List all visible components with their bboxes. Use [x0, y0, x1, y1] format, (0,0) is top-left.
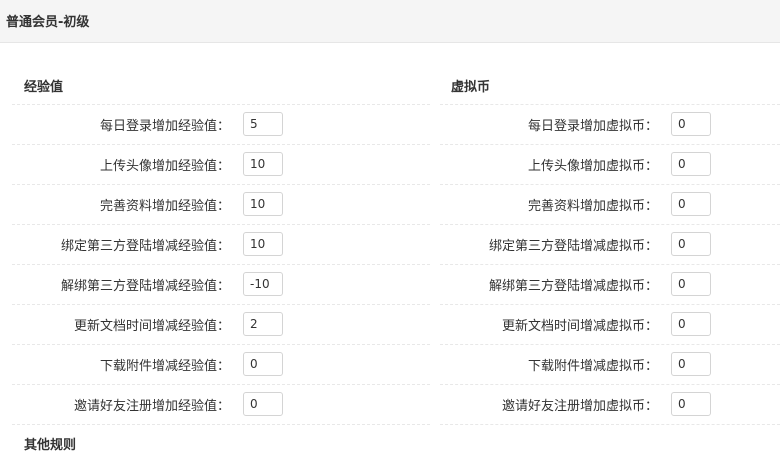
coin-row-label: 绑定第三方登陆增减虚拟币：: [488, 239, 658, 254]
coin-value-input[interactable]: [671, 152, 711, 176]
exp-row-label: 邀请好友注册增加经验值：: [73, 399, 230, 414]
exp-value-input[interactable]: [243, 192, 283, 216]
exp-row-label: 每日登录增加经验值：: [99, 119, 230, 134]
coin-row-divider: [440, 104, 780, 105]
coin-row-label: 完善资料增加虚拟币：: [527, 199, 658, 214]
exp-row-label: 下载附件增减经验值：: [99, 359, 230, 374]
exp-value-input[interactable]: [243, 272, 283, 296]
coin-row-label: 解绑第三方登陆增减虚拟币：: [488, 279, 658, 294]
coin-value-input[interactable]: [671, 232, 711, 256]
exp-value-input[interactable]: [243, 312, 283, 336]
exp-row-label: 上传头像增加经验值：: [99, 159, 230, 174]
coin-value-input[interactable]: [671, 192, 711, 216]
exp-row-label: 解绑第三方登陆增减经验值：: [60, 279, 230, 294]
other-rules-section-title: 其他规则: [24, 438, 77, 453]
exp-value-input[interactable]: [243, 392, 283, 416]
coin-value-input[interactable]: [671, 352, 711, 376]
coin-row-divider: [440, 424, 780, 425]
coin-row-divider: [440, 384, 780, 385]
exp-row-divider: [12, 224, 430, 225]
coin-row-divider: [440, 304, 780, 305]
exp-row-divider: [12, 344, 430, 345]
coin-row-label: 邀请好友注册增加虚拟币：: [501, 399, 658, 414]
exp-row-label: 更新文档时间增减经验值：: [73, 319, 230, 334]
experience-section-title: 经验值: [24, 80, 64, 95]
exp-row-divider: [12, 304, 430, 305]
coin-row-label: 上传头像增加虚拟币：: [527, 159, 658, 174]
exp-value-input[interactable]: [243, 152, 283, 176]
exp-row-divider: [12, 384, 430, 385]
coin-section-title: 虚拟币: [451, 80, 491, 95]
exp-row-divider: [12, 104, 430, 105]
coin-row-divider: [440, 264, 780, 265]
exp-row-divider: [12, 184, 430, 185]
coin-value-input[interactable]: [671, 392, 711, 416]
coin-value-input[interactable]: [671, 312, 711, 336]
exp-value-input[interactable]: [243, 352, 283, 376]
coin-row-label: 更新文档时间增减虚拟币：: [501, 319, 658, 334]
exp-row-divider: [12, 144, 430, 145]
exp-row-divider: [12, 424, 430, 425]
coin-row-label: 每日登录增加虚拟币：: [527, 119, 658, 134]
coin-row-divider: [440, 224, 780, 225]
coin-row-divider: [440, 184, 780, 185]
page-title: 普通会员-初级: [6, 15, 90, 30]
exp-value-input[interactable]: [243, 112, 283, 136]
page-header: 普通会员-初级: [0, 0, 780, 43]
coin-value-input[interactable]: [671, 272, 711, 296]
exp-value-input[interactable]: [243, 232, 283, 256]
coin-row-label: 下载附件增减虚拟币：: [527, 359, 658, 374]
coin-value-input[interactable]: [671, 112, 711, 136]
exp-row-label: 绑定第三方登陆增减经验值：: [60, 239, 230, 254]
exp-row-label: 完善资料增加经验值：: [99, 199, 230, 214]
exp-row-divider: [12, 264, 430, 265]
coin-row-divider: [440, 344, 780, 345]
coin-row-divider: [440, 144, 780, 145]
